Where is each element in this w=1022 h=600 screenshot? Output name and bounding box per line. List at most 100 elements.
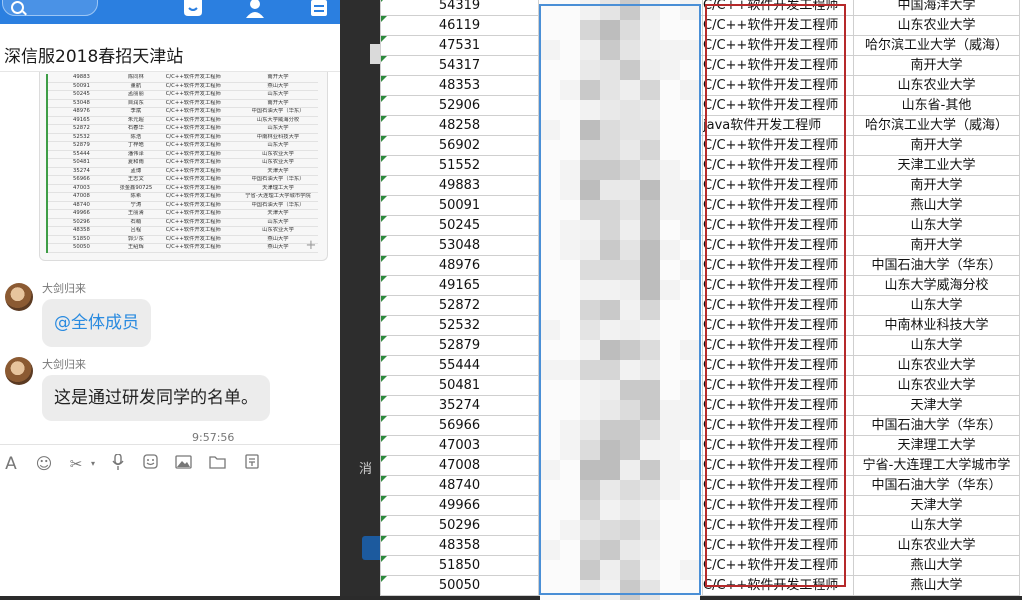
name-cell: 朱元超 (106, 116, 165, 125)
school-cell: 山东大学威海分校 (853, 275, 1020, 296)
avatar[interactable] (5, 357, 33, 385)
school-cell: 山东大学 (853, 335, 1020, 356)
school-cell: 山东农业大学 (853, 535, 1020, 556)
school-cell: 山东大学 (238, 124, 318, 134)
sticker-icon[interactable] (140, 454, 160, 474)
id-cell: 56902 (380, 135, 539, 156)
row-marker (46, 99, 56, 108)
row-marker (46, 82, 56, 91)
chat-window: 深信服2018春招天津站 49883 陈同林 C/C++软件开发工程师 南开大学 500… (0, 0, 340, 596)
name-cell: 陈同林 (106, 74, 165, 83)
row-marker (46, 192, 56, 202)
row-marker (46, 184, 56, 193)
chevron-down-icon[interactable]: ▾ (83, 454, 103, 474)
window-fragment-button[interactable] (362, 536, 380, 560)
table-row: 49883 陈同林 C/C++软件开发工程师 南开大学 (46, 74, 318, 83)
table-row: 49966 王丽淆 C/C++软件开发工程师 天津大学 (46, 209, 318, 219)
thumbnail-table: 49883 陈同林 C/C++软件开发工程师 南开大学 50091 董航 C/C++软件开发… (46, 74, 318, 253)
document-icon[interactable] (308, 0, 330, 18)
id-cell: 48976 (380, 255, 539, 276)
avatar[interactable] (5, 283, 33, 311)
id-cell: 49165 (55, 116, 107, 125)
table-row: 50091 董航 C/C++软件开发工程师 燕山大学 (46, 82, 318, 91)
id-cell: 55444 (380, 355, 539, 376)
id-cell: 48740 (55, 201, 107, 210)
input-toolbar: A ☺ ✂ ▾ (0, 452, 340, 478)
emoji-icon[interactable]: ☺ (34, 454, 54, 474)
school-cell: 山东农业大学 (238, 158, 318, 168)
id-cell: 52879 (55, 141, 107, 151)
position-cell: C/C++软件开发工程师 (164, 158, 238, 168)
id-cell: 54319 (380, 0, 539, 16)
group-title: 深信服2018春招天津站 (4, 47, 184, 67)
id-cell: 47008 (55, 192, 107, 202)
voice-icon[interactable] (108, 453, 128, 474)
row-marker (46, 116, 56, 125)
search-box[interactable] (2, 0, 98, 16)
id-cell: 53048 (55, 99, 107, 108)
table-row: 48976 李斌 C/C++软件开发工程师 中国石油大学（华东） (46, 107, 318, 117)
school-cell: 中南林业科技大学 (853, 315, 1020, 336)
id-cell: 52879 (380, 335, 539, 356)
search-icon (11, 1, 24, 14)
table-row: 52879 丁梓皓 C/C++软件开发工程师 山东大学 (46, 141, 318, 151)
id-cell: 55444 (55, 150, 107, 159)
id-cell: 51850 (55, 235, 107, 244)
position-cell: C/C++软件开发工程师 (164, 150, 238, 159)
school-cell: 天津大学 (853, 495, 1020, 516)
position-cell: C/C++软件开发工程师 (164, 243, 238, 253)
row-marker (46, 133, 56, 142)
position-cell: C/C++软件开发工程师 (164, 209, 238, 219)
image-thumbnail[interactable]: 49883 陈同林 C/C++软件开发工程师 南开大学 50091 董航 C/C++软件开发… (39, 72, 328, 261)
id-cell: 48258 (380, 115, 539, 136)
row-marker (46, 74, 56, 83)
school-cell: 中国石油大学（华东） (238, 175, 318, 185)
name-cell: 目润东 (106, 99, 165, 108)
id-cell: 56966 (380, 415, 539, 436)
school-cell: 山东大学 (853, 515, 1020, 536)
image-icon[interactable] (173, 454, 193, 474)
row-marker (46, 150, 56, 159)
name-cell: 张金鑫90725 (106, 184, 165, 193)
font-icon[interactable]: A (1, 454, 21, 474)
id-cell: 52532 (55, 133, 107, 142)
zoom-plus-icon[interactable]: + (305, 239, 317, 252)
position-cell: C/C++软件开发工程师 (164, 116, 238, 125)
id-cell: 35274 (55, 167, 107, 176)
school-cell: 山东农业大学 (238, 226, 318, 236)
row-marker (46, 141, 56, 151)
id-cell: 47008 (380, 455, 539, 476)
clip-icon[interactable] (242, 454, 262, 474)
name-cell: 王丽淆 (106, 209, 165, 219)
school-cell: 南开大学 (853, 55, 1020, 76)
school-cell: 天津大学 (853, 395, 1020, 416)
school-cell: 宁省-大连理工大学城市学 (853, 455, 1020, 476)
position-cell: C/C++软件开发工程师 (164, 82, 238, 91)
id-cell: 49165 (380, 275, 539, 296)
position-cell: C/C++软件开发工程师 (164, 201, 238, 210)
id-cell: 49966 (380, 495, 539, 516)
position-cell: C/C++软件开发工程师 (164, 175, 238, 185)
message-time: 9:57:56 (192, 431, 235, 444)
row-marker (46, 158, 56, 168)
position-cell: C/C++软件开发工程师 (164, 226, 238, 236)
position-cell: C/C++软件开发工程师 (164, 192, 238, 202)
table-row: 49165 朱元超 C/C++软件开发工程师 山东大学威海分校 (46, 116, 318, 125)
school-cell: 燕山大学 (238, 82, 318, 91)
position-cell: C/C++软件开发工程师 (164, 74, 238, 83)
school-cell: 燕山大学 (853, 575, 1020, 596)
position-cell: C/C++软件开发工程师 (164, 167, 238, 176)
contacts-icon[interactable] (244, 0, 266, 18)
table-row: 50050 王绍辉 C/C++软件开发工程师 燕山大学 (46, 243, 318, 253)
spreadsheet-image: 54319 C/C++软件开发工程师 中国海洋大学 46119 C/C++软件开发工程师… (380, 0, 1022, 596)
id-cell: 50050 (380, 575, 539, 596)
position-cell: C/C++软件开发工程师 (164, 133, 238, 142)
folder-icon[interactable] (207, 454, 227, 474)
school-cell: 南开大学 (238, 74, 318, 83)
table-row: 50245 孟丽丽 C/C++软件开发工程师 山东大学 (46, 90, 318, 100)
id-cell: 51552 (380, 155, 539, 176)
id-cell: 52532 (380, 315, 539, 336)
message-icon[interactable] (182, 0, 204, 18)
id-cell: 52906 (380, 95, 539, 116)
table-row: 48358 吕程 C/C++软件开发工程师 山东农业大学 (46, 226, 318, 236)
